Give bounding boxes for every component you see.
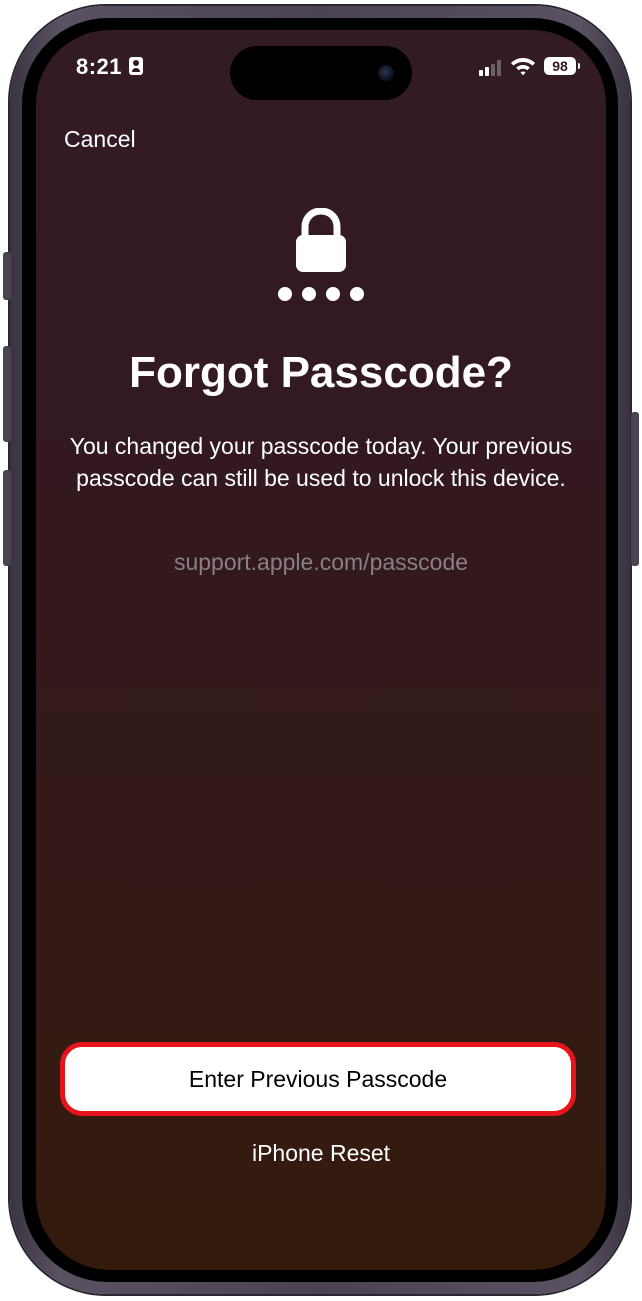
enter-previous-passcode-button[interactable]: Enter Previous Passcode xyxy=(60,1042,576,1116)
passcode-dot xyxy=(326,287,340,301)
page-title: Forgot Passcode? xyxy=(129,348,513,397)
passcode-dot xyxy=(350,287,364,301)
front-camera-icon xyxy=(378,65,394,81)
cellular-signal-icon xyxy=(479,60,505,76)
cancel-button[interactable]: Cancel xyxy=(64,126,136,153)
passcode-dot xyxy=(302,287,316,301)
side-power-button xyxy=(631,412,639,566)
enter-previous-passcode-label: Enter Previous Passcode xyxy=(188,1066,448,1092)
contact-card-icon xyxy=(129,57,143,75)
volume-up-button xyxy=(3,346,11,442)
status-time: 8:21 xyxy=(76,54,123,79)
info-message: You changed your passcode today. Your pr… xyxy=(69,433,573,491)
page: 8:21 98 Cancel Forgot Passcode? You chan… xyxy=(0,0,642,1301)
lock-icon xyxy=(296,208,346,272)
screen: 8:21 98 Cancel Forgot Passcode? You chan… xyxy=(36,30,606,1270)
wifi-icon xyxy=(511,58,535,76)
dynamic-island xyxy=(230,46,412,100)
battery-icon: 98 xyxy=(544,57,580,75)
passcode-dots-icon xyxy=(278,287,364,301)
action-button xyxy=(3,252,11,300)
volume-down-button xyxy=(3,470,11,566)
support-link[interactable]: support.apple.com/passcode xyxy=(36,549,606,576)
passcode-dot xyxy=(278,287,292,301)
iphone-reset-button[interactable]: iPhone Reset xyxy=(36,1140,606,1167)
